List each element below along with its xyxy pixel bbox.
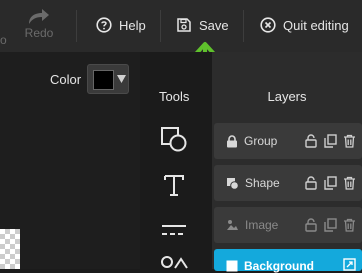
redo-icon bbox=[29, 9, 49, 24]
text-tool-icon[interactable] bbox=[160, 172, 188, 198]
duplicate-icon[interactable] bbox=[324, 218, 337, 232]
shape-tool-icon[interactable] bbox=[160, 126, 188, 152]
lock-icon bbox=[227, 134, 237, 147]
color-picker[interactable] bbox=[87, 64, 129, 94]
redo-button[interactable]: Redo bbox=[18, 8, 60, 48]
tools-title: Tools bbox=[159, 89, 190, 104]
help-button[interactable]: Help bbox=[96, 13, 146, 37]
help-icon bbox=[96, 17, 112, 33]
trash-icon[interactable] bbox=[343, 218, 356, 232]
shape-icon bbox=[227, 177, 239, 190]
layer-item-group[interactable]: Group bbox=[214, 123, 362, 159]
trash-icon[interactable] bbox=[343, 134, 356, 148]
more-shapes-icon[interactable] bbox=[160, 254, 188, 269]
transparency-checkerboard bbox=[0, 229, 20, 269]
quit-editing-label: Quit editing bbox=[283, 17, 349, 33]
layer-label: Background bbox=[244, 259, 315, 273]
undo-label-fragment[interactable]: o bbox=[0, 33, 7, 47]
layer-label: Image bbox=[245, 218, 279, 232]
save-button[interactable]: Save bbox=[176, 13, 229, 37]
duplicate-icon[interactable] bbox=[324, 176, 337, 190]
expand-icon[interactable] bbox=[343, 258, 356, 271]
layer-label: Shape bbox=[245, 176, 280, 190]
help-label: Help bbox=[119, 17, 146, 33]
trash-icon[interactable] bbox=[343, 176, 356, 190]
unlock-icon[interactable] bbox=[305, 134, 318, 148]
quit-editing-button[interactable]: Quit editing bbox=[260, 13, 349, 37]
duplicate-icon[interactable] bbox=[324, 134, 337, 148]
caret-down-icon bbox=[117, 75, 126, 83]
image-icon bbox=[227, 220, 238, 230]
layer-item-image[interactable]: Image bbox=[214, 207, 362, 243]
layers-title: Layers bbox=[267, 89, 307, 104]
layer-label: Group bbox=[244, 134, 278, 148]
save-icon bbox=[177, 18, 191, 32]
toolbar-divider bbox=[160, 10, 161, 42]
toolbar-divider bbox=[243, 10, 244, 42]
layer-item-shape[interactable]: Shape bbox=[214, 165, 362, 201]
color-swatch bbox=[93, 70, 114, 90]
unlock-icon[interactable] bbox=[305, 218, 318, 232]
layer-item-background[interactable]: Background bbox=[214, 249, 362, 273]
line-tool-icon[interactable] bbox=[160, 222, 188, 240]
top-toolbar: o Redo Help Save Quit editing bbox=[0, 0, 362, 52]
close-circle-icon bbox=[260, 17, 276, 33]
redo-label: Redo bbox=[24, 26, 54, 40]
toolbar-divider bbox=[76, 10, 77, 42]
square-icon bbox=[226, 260, 238, 272]
save-label: Save bbox=[199, 17, 229, 33]
unlock-icon[interactable] bbox=[305, 176, 318, 190]
color-label: Color bbox=[50, 72, 82, 87]
